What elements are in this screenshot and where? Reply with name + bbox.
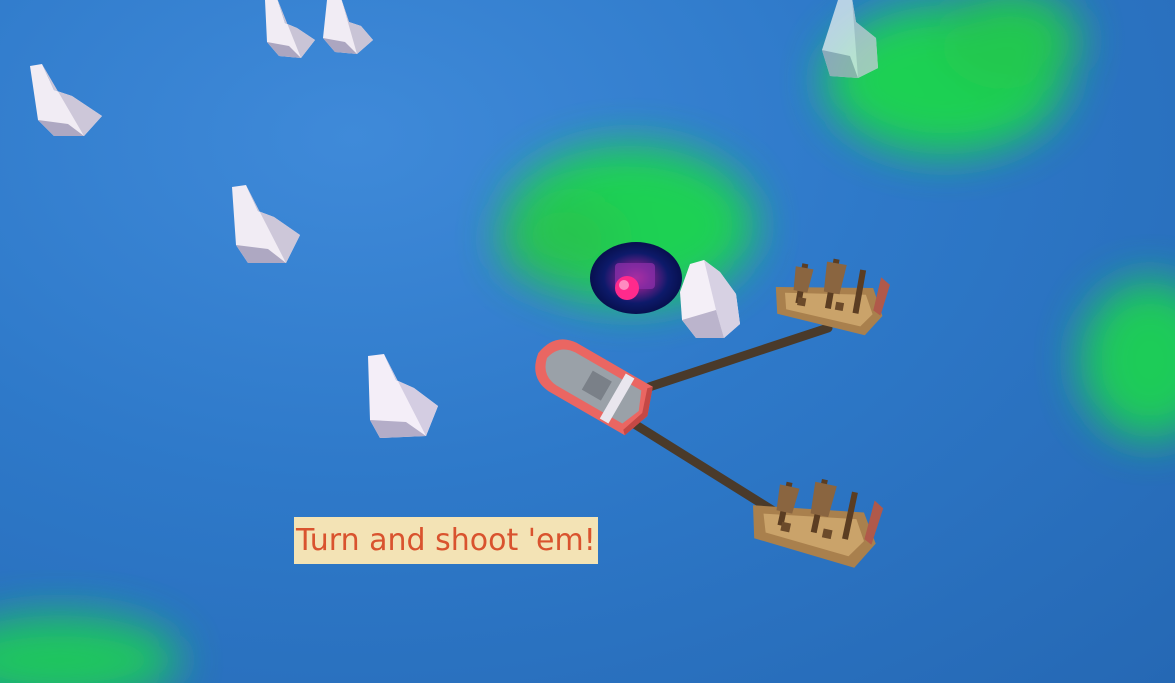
rock-pillar xyxy=(30,64,102,136)
game-scene[interactable] xyxy=(0,0,1175,683)
fog-cloud-right-edge xyxy=(1080,280,1175,440)
portal-icon xyxy=(590,242,682,314)
fog-cloud-bottom-left xyxy=(0,615,180,683)
pirate-ship-icon[interactable] xyxy=(745,466,887,571)
rock-pillar xyxy=(232,185,300,263)
fog-cloud-top-right xyxy=(825,0,1080,155)
tutorial-hint: Turn and shoot 'em! xyxy=(294,517,598,564)
fog-clouds xyxy=(0,0,1175,683)
rock-pillar xyxy=(323,0,373,54)
tow-ropes xyxy=(615,323,833,520)
pirate-ship-icon[interactable] xyxy=(770,250,892,338)
rock-pillar xyxy=(368,354,438,438)
rock-pillar xyxy=(265,0,315,58)
rock-pillar xyxy=(822,0,878,78)
